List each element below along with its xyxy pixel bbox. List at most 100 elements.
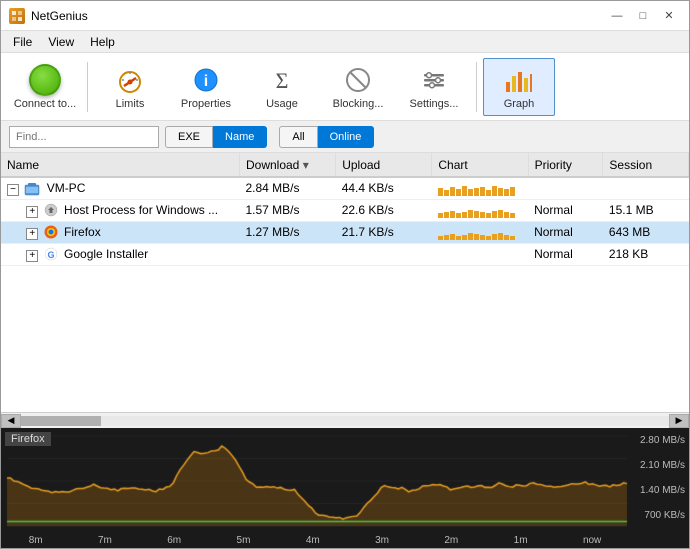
blocking-icon bbox=[342, 64, 374, 96]
app-icon bbox=[9, 8, 25, 24]
session-cell bbox=[603, 177, 689, 199]
row-expander[interactable]: + bbox=[26, 206, 38, 218]
svg-text:G: G bbox=[47, 250, 54, 260]
download-cell: 1.27 MB/s bbox=[239, 221, 335, 243]
graph-x-label-2m: 2m bbox=[444, 535, 458, 546]
main-window: NetGenius — □ ✕ File View Help Connect t… bbox=[0, 0, 690, 549]
title-bar: NetGenius — □ ✕ bbox=[1, 1, 689, 31]
download-cell: 1.57 MB/s bbox=[239, 199, 335, 221]
table-row[interactable]: + Firefox 1.27 MB/s 21.7 KB/s bbox=[1, 221, 689, 243]
blocking-label: Blocking... bbox=[333, 98, 384, 110]
graph-x-label-4m: 4m bbox=[306, 535, 320, 546]
window-title: NetGenius bbox=[31, 9, 88, 23]
graph-x-label-7m: 7m bbox=[98, 535, 112, 546]
graph-button[interactable]: Graph bbox=[483, 58, 555, 116]
name-cell: + Firefox bbox=[1, 221, 239, 243]
row-expander[interactable]: − bbox=[7, 184, 19, 196]
chart-cell bbox=[432, 243, 528, 265]
graph-canvas bbox=[1, 428, 689, 548]
chart-cell bbox=[432, 221, 528, 243]
graph-y-label-4: 700 KB/s bbox=[640, 510, 685, 521]
download-cell: 2.84 MB/s bbox=[239, 177, 335, 199]
exe-toggle-button[interactable]: EXE bbox=[165, 126, 213, 148]
settings-button[interactable]: Settings... bbox=[398, 58, 470, 116]
all-filter-button[interactable]: All bbox=[279, 126, 317, 148]
graph-y-axis: 2.80 MB/s 2.10 MB/s 1.40 MB/s 700 KB/s bbox=[640, 428, 685, 528]
col-download[interactable]: Download ▾ bbox=[239, 153, 335, 177]
scrollbar-thumb[interactable] bbox=[21, 416, 101, 426]
scrollbar-track[interactable] bbox=[21, 416, 669, 426]
chart-cell bbox=[432, 199, 528, 221]
name-cell: + Host Process for Windows ... bbox=[1, 199, 239, 221]
scroll-right-btn[interactable]: ▶ bbox=[669, 414, 689, 428]
table-row[interactable]: + Host Process for Windows ... 1.57 MB/s… bbox=[1, 199, 689, 221]
graph-app-label: Firefox bbox=[5, 432, 51, 446]
graph-y-label-2: 2.10 MB/s bbox=[640, 460, 685, 471]
col-session[interactable]: Session bbox=[603, 153, 689, 177]
priority-cell: Normal bbox=[528, 221, 603, 243]
priority-cell bbox=[528, 177, 603, 199]
row-expander[interactable]: + bbox=[26, 250, 38, 262]
usage-button[interactable]: Σ Usage bbox=[246, 58, 318, 116]
connect-button[interactable]: Connect to... bbox=[9, 58, 81, 116]
col-chart[interactable]: Chart bbox=[432, 153, 528, 177]
search-input[interactable] bbox=[9, 126, 159, 148]
toolbar-separator-2 bbox=[476, 62, 477, 112]
toolbar: Connect to... Limits i bbox=[1, 53, 689, 121]
connect-icon bbox=[29, 64, 61, 96]
graph-x-axis: 8m 7m 6m 5m 4m 3m 2m 1m now bbox=[1, 535, 629, 546]
graph-icon bbox=[503, 64, 535, 96]
properties-button[interactable]: i Properties bbox=[170, 58, 242, 116]
limits-icon bbox=[114, 64, 146, 96]
col-name[interactable]: Name bbox=[1, 153, 239, 177]
priority-cell: Normal bbox=[528, 199, 603, 221]
svg-text:Σ: Σ bbox=[276, 68, 289, 93]
usage-icon: Σ bbox=[266, 64, 298, 96]
col-upload[interactable]: Upload bbox=[336, 153, 432, 177]
graph-label: Graph bbox=[504, 98, 535, 110]
svg-text:i: i bbox=[204, 73, 208, 90]
graph-x-label-5m: 5m bbox=[237, 535, 251, 546]
graph-x-label-1m: 1m bbox=[514, 535, 528, 546]
settings-icon bbox=[418, 64, 450, 96]
process-table: Name Download ▾ Upload Chart Priority Se… bbox=[1, 153, 689, 412]
graph-y-label-1: 2.80 MB/s bbox=[640, 435, 685, 446]
col-priority[interactable]: Priority bbox=[528, 153, 603, 177]
close-button[interactable]: ✕ bbox=[657, 6, 681, 26]
limits-label: Limits bbox=[116, 98, 145, 110]
toolbar-separator-1 bbox=[87, 62, 88, 112]
session-cell: 15.1 MB bbox=[603, 199, 689, 221]
graph-x-label-6m: 6m bbox=[167, 535, 181, 546]
menu-file[interactable]: File bbox=[5, 33, 40, 51]
horizontal-scrollbar[interactable]: ◀ ▶ bbox=[1, 412, 689, 428]
table-header-row: Name Download ▾ Upload Chart Priority Se… bbox=[1, 153, 689, 177]
upload-cell: 22.6 KB/s bbox=[336, 199, 432, 221]
usage-label: Usage bbox=[266, 98, 298, 110]
table-row[interactable]: − VM-PC 2.84 MB/s 44.4 KB/s bbox=[1, 177, 689, 199]
minimize-button[interactable]: — bbox=[605, 6, 629, 26]
scroll-left-btn[interactable]: ◀ bbox=[1, 414, 21, 428]
maximize-button[interactable]: □ bbox=[631, 6, 655, 26]
blocking-button[interactable]: Blocking... bbox=[322, 58, 394, 116]
menu-view[interactable]: View bbox=[40, 33, 82, 51]
connect-label: Connect to... bbox=[14, 98, 76, 110]
name-cell: − VM-PC bbox=[1, 177, 239, 199]
limits-button[interactable]: Limits bbox=[94, 58, 166, 116]
priority-cell: Normal bbox=[528, 243, 603, 265]
upload-cell: 21.7 KB/s bbox=[336, 221, 432, 243]
row-expander[interactable]: + bbox=[26, 228, 38, 240]
all-online-filter: All Online bbox=[279, 126, 374, 148]
graph-area: Firefox 2.80 MB/s 2.10 MB/s 1.40 MB/s 70… bbox=[1, 428, 689, 548]
session-cell: 643 MB bbox=[603, 221, 689, 243]
graph-x-label-now: now bbox=[583, 535, 601, 546]
graph-x-label-3m: 3m bbox=[375, 535, 389, 546]
name-toggle-button[interactable]: Name bbox=[213, 126, 267, 148]
upload-cell bbox=[336, 243, 432, 265]
online-filter-button[interactable]: Online bbox=[318, 126, 375, 148]
settings-label: Settings... bbox=[410, 98, 459, 110]
properties-icon: i bbox=[190, 64, 222, 96]
chart-cell bbox=[432, 177, 528, 199]
table-row[interactable]: + G Google Installer Normal 218 KB bbox=[1, 243, 689, 265]
exe-name-toggle: EXE Name bbox=[165, 126, 267, 148]
menu-help[interactable]: Help bbox=[82, 33, 123, 51]
